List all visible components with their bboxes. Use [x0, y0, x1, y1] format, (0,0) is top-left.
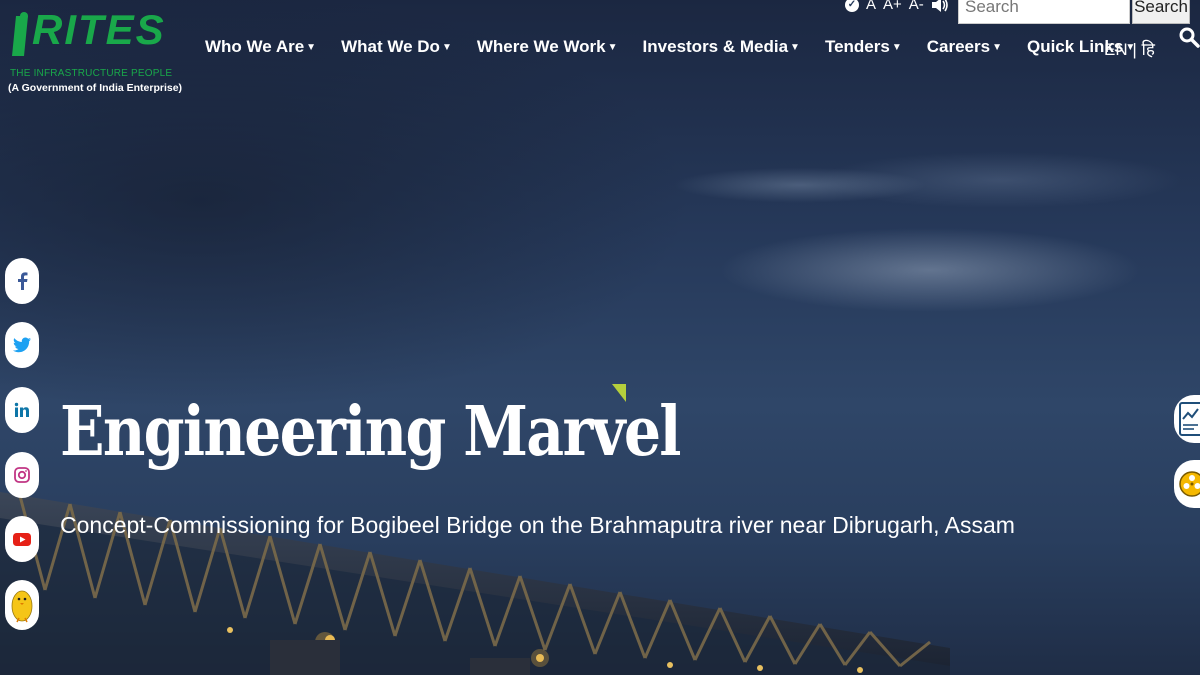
instagram-icon: [14, 467, 30, 483]
media-widget-button[interactable]: [1174, 460, 1200, 508]
main-nav: Who We Are ▼ What We Do ▼ Where We Work ▼ I…: [205, 37, 1160, 57]
logo-brand: RITES: [32, 6, 166, 53]
language-switcher: EN | हि: [1104, 37, 1155, 60]
nav-careers[interactable]: Careers ▼: [927, 37, 1002, 57]
twitter-link[interactable]: [5, 322, 39, 368]
linkedin-icon: [14, 402, 29, 417]
lang-en[interactable]: EN: [1104, 40, 1128, 59]
hero-banner: [0, 0, 1200, 675]
nav-what-we-do[interactable]: What We Do ▼: [341, 37, 452, 57]
koo-icon: [11, 590, 33, 623]
nav-where-we-work[interactable]: Where We Work ▼: [477, 37, 618, 57]
nav-who-we-are[interactable]: Who We Are ▼: [205, 37, 316, 57]
facebook-link[interactable]: [5, 258, 39, 304]
stock-widget-button[interactable]: [1174, 395, 1200, 443]
accessibility-bar: ✓ A A+ A-: [845, 0, 949, 13]
logo-tagline: THE INFRASTRUCTURE PEOPLE: [10, 68, 173, 79]
rites-logo[interactable]: RITES THE INFRASTRUCTURE PEOPLE (A Gover…: [8, 0, 182, 100]
hero-title: Engineering Marvel: [60, 392, 682, 472]
caret-down-icon: ▼: [891, 41, 902, 53]
koo-link[interactable]: [5, 580, 39, 630]
logo-government: (A Government of India Enterprise): [8, 82, 183, 94]
twitter-icon: [13, 337, 31, 353]
lang-separator: |: [1132, 40, 1137, 59]
youtube-icon: [13, 532, 31, 546]
facebook-icon: [18, 272, 28, 290]
caret-down-icon: ▼: [992, 41, 1002, 53]
linkedin-link[interactable]: [5, 387, 39, 433]
search-input[interactable]: [958, 0, 1130, 24]
font-increase-button[interactable]: A+: [883, 0, 902, 13]
nav-label: Tenders: [824, 37, 890, 56]
nav-label: What We Do: [341, 37, 440, 56]
film-reel-icon: [1179, 471, 1200, 497]
search-button[interactable]: Search: [1132, 0, 1190, 24]
nav-investors-media[interactable]: Investors & Media ▼: [643, 37, 800, 57]
contrast-icon[interactable]: ✓: [845, 0, 859, 12]
nav-label: Who We Are: [205, 37, 305, 56]
font-normal-button[interactable]: A: [866, 0, 876, 13]
chart-report-icon: [1179, 402, 1200, 436]
search-icon[interactable]: [1178, 26, 1200, 48]
nav-label: Where We Work: [476, 37, 606, 56]
font-decrease-button[interactable]: A-: [909, 0, 924, 13]
instagram-link[interactable]: [5, 452, 39, 498]
nav-tenders[interactable]: Tenders ▼: [825, 37, 902, 57]
caret-down-icon: ▼: [790, 41, 800, 53]
bridge-image: [0, 492, 950, 675]
caret-down-icon: ▼: [441, 41, 452, 53]
youtube-link[interactable]: [5, 516, 39, 562]
caret-down-icon: ▼: [306, 41, 317, 53]
hero-subtitle: Concept-Commissioning for Bogibeel Bridg…: [60, 512, 1015, 538]
logo-mark-icon: [12, 12, 28, 56]
accent-mark-icon: [612, 384, 626, 402]
speaker-icon[interactable]: [931, 0, 949, 13]
nav-label: Careers: [926, 37, 991, 56]
nav-label: Investors & Media: [642, 37, 789, 56]
lang-hi[interactable]: हि: [1142, 40, 1155, 59]
caret-down-icon: ▼: [607, 41, 618, 53]
